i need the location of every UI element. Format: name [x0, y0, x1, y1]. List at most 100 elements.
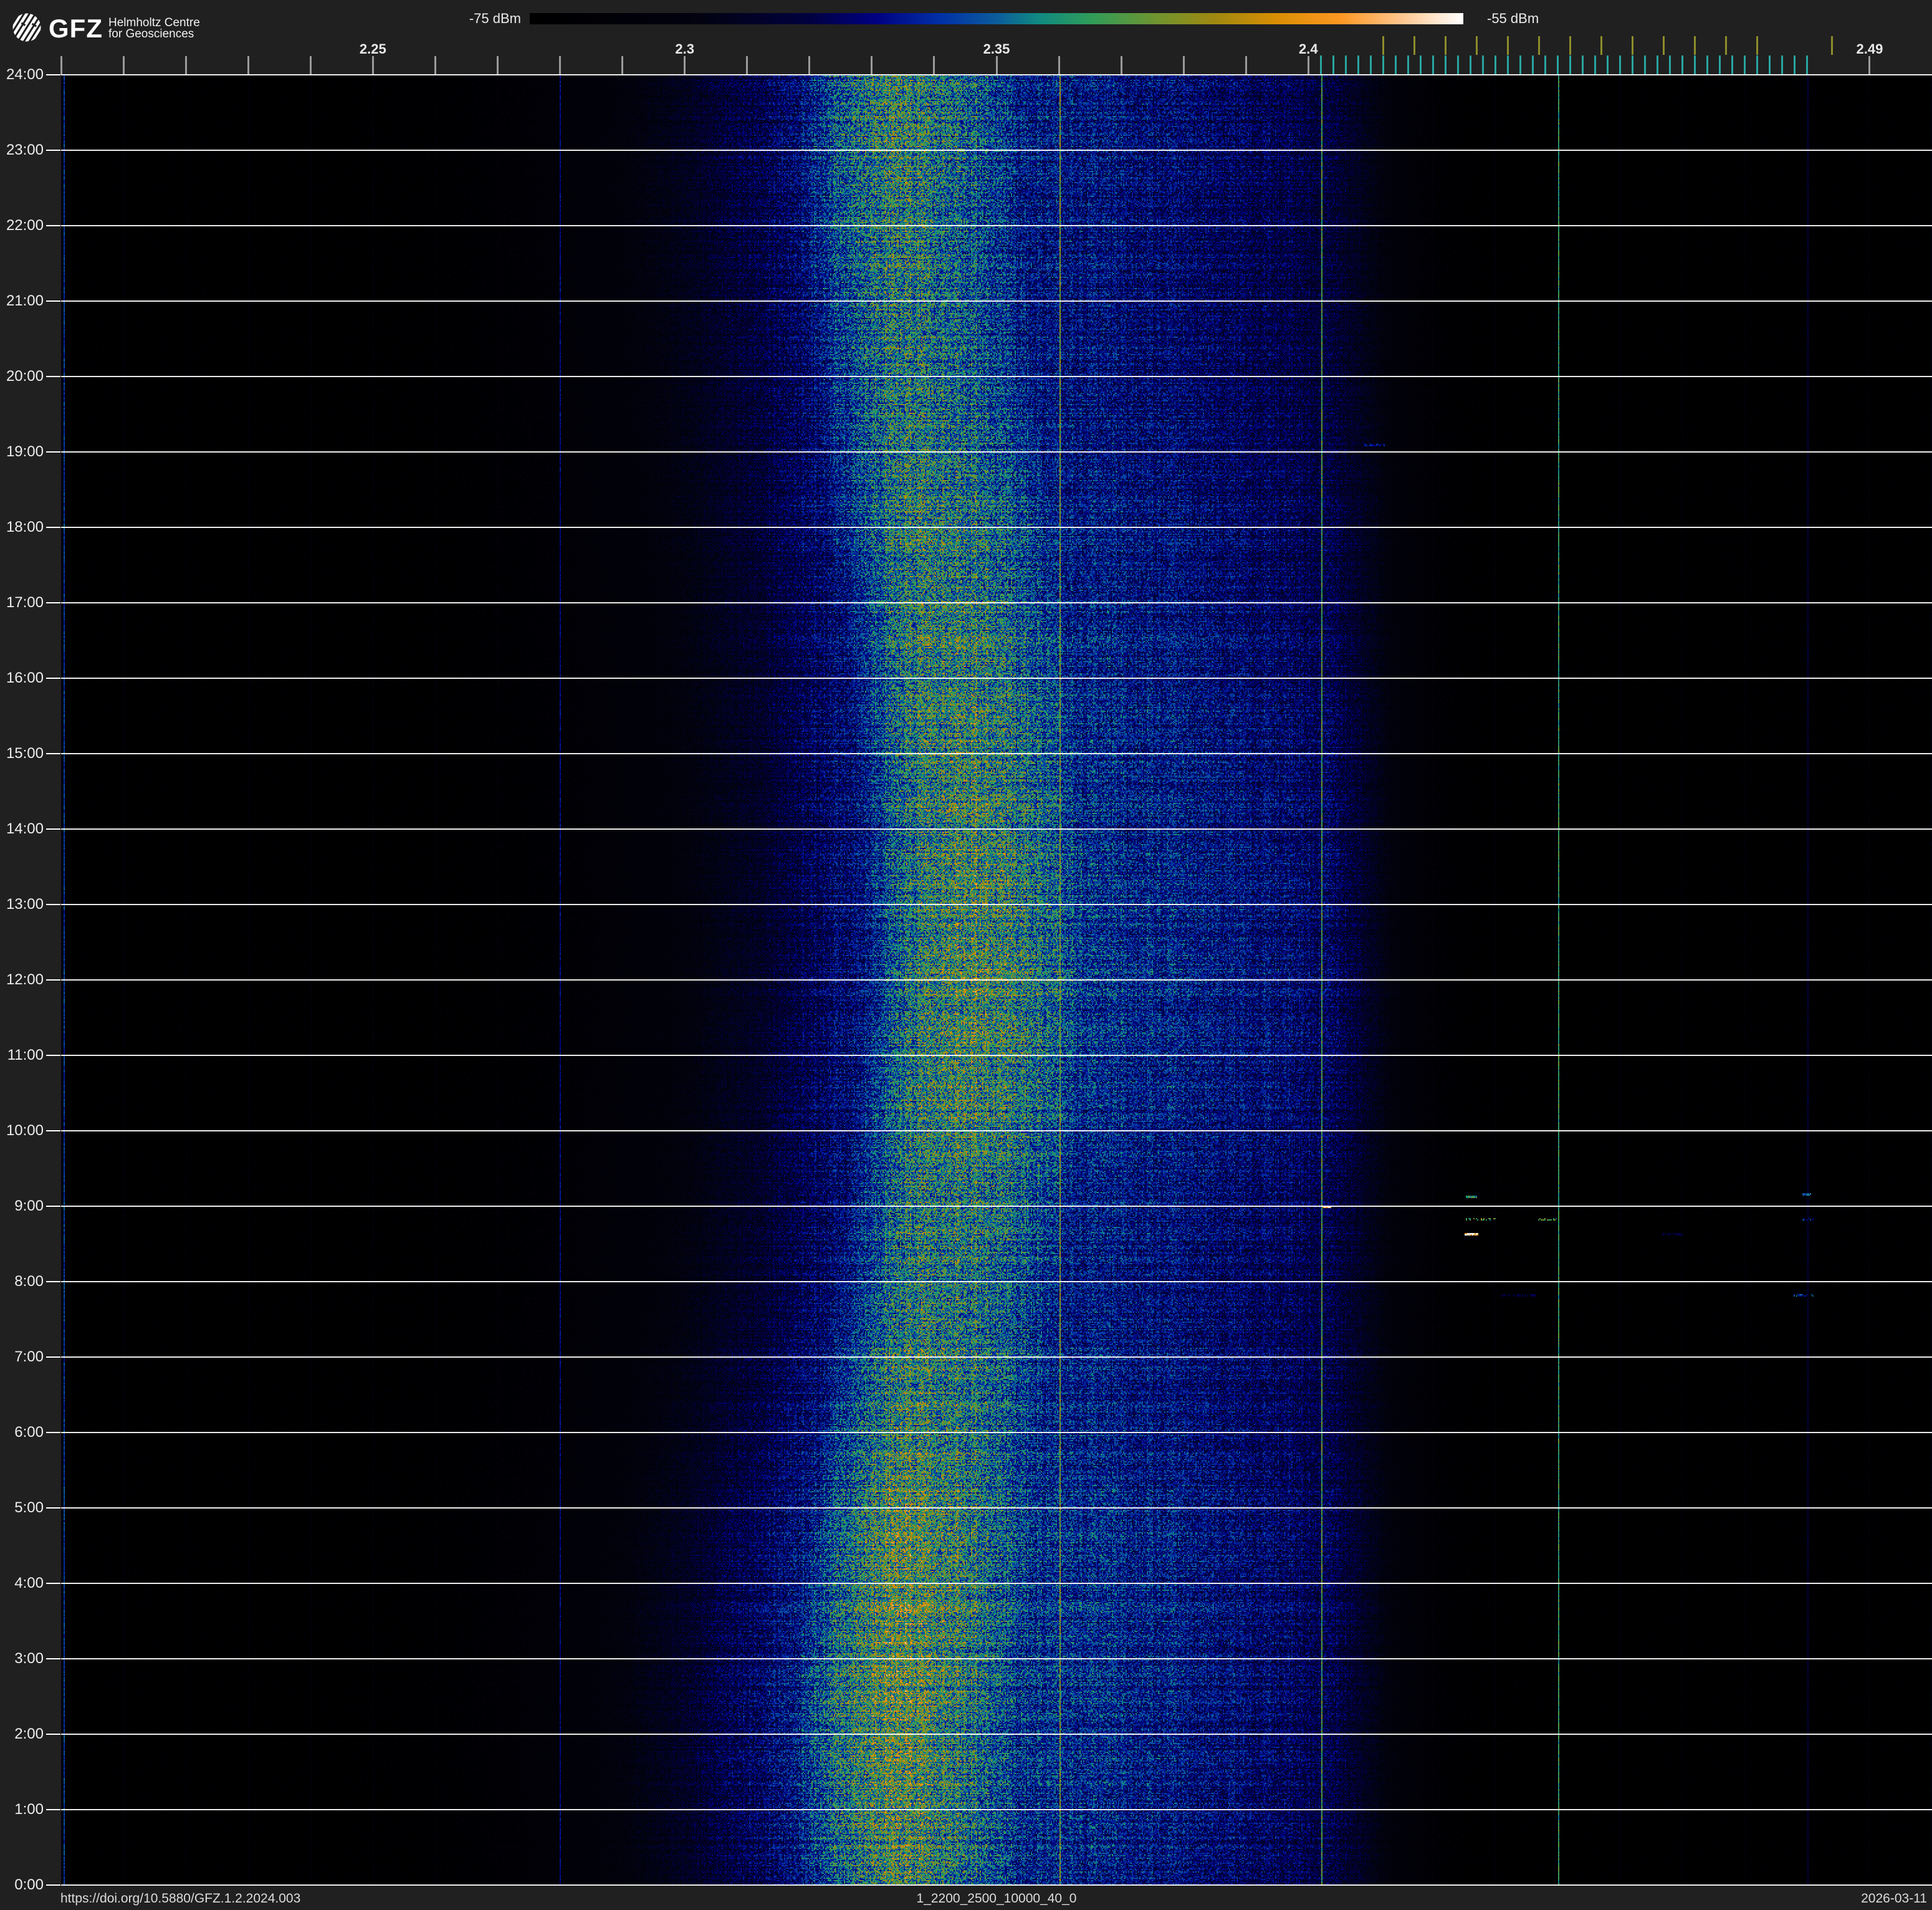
ble-channel-tick	[1744, 55, 1746, 75]
hour-label: 11:00	[0, 1047, 44, 1063]
freq-minor-tick	[808, 56, 810, 75]
freq-minor-tick	[1058, 56, 1060, 75]
freq-tick-label: 2.3	[659, 41, 711, 57]
hour-tick	[46, 1206, 60, 1207]
freq-tick-label: 2.4	[1282, 41, 1334, 57]
freq-tick-label: 2.49	[1844, 41, 1896, 57]
hour-gridline	[61, 150, 1932, 151]
ble-channel-tick	[1544, 55, 1546, 75]
freq-minor-tick	[559, 56, 561, 75]
wifi-channel-tick	[1694, 36, 1696, 55]
hour-tick	[46, 451, 60, 453]
hour-gridline	[61, 74, 1932, 75]
ble-channel-tick	[1594, 55, 1596, 75]
hour-label: 10:00	[0, 1123, 44, 1139]
ble-channel-tick	[1507, 55, 1509, 75]
hour-tick	[46, 1356, 60, 1358]
ble-channel-tick	[1632, 55, 1633, 75]
ble-channel-tick	[1731, 55, 1733, 75]
wifi-channel-tick	[1663, 36, 1665, 55]
ble-channel-tick	[1781, 55, 1783, 75]
hour-label: 8:00	[0, 1274, 44, 1290]
hour-tick	[46, 1583, 60, 1584]
hour-gridline	[61, 1356, 1932, 1358]
hour-tick	[46, 150, 60, 151]
ble-channel-tick	[1445, 55, 1447, 75]
hour-gridline	[61, 1734, 1932, 1735]
ble-channel-tick	[1345, 55, 1347, 75]
freq-minor-tick	[684, 56, 686, 75]
hour-gridline	[61, 225, 1932, 226]
hour-gridline	[61, 451, 1932, 453]
hour-tick	[46, 1884, 60, 1886]
brand-acronym: GFZ	[49, 14, 103, 44]
wifi-channel-tick	[1569, 36, 1571, 55]
wifi-channel-tick	[1538, 36, 1540, 55]
hour-tick	[46, 753, 60, 754]
freq-minor-tick	[1308, 56, 1309, 75]
wifi-channel-tick	[1413, 36, 1415, 55]
hour-gridline	[61, 602, 1932, 603]
ble-channel-tick	[1681, 55, 1683, 75]
hour-label: 0:00	[0, 1877, 44, 1893]
hour-gridline	[61, 1884, 1932, 1886]
gfz-logo-icon	[12, 13, 41, 42]
freq-minor-tick	[871, 56, 873, 75]
footer-date: 2026-03-11	[1683, 1891, 1927, 1906]
brand-name-line2: for Geosciences	[108, 27, 194, 41]
hour-tick	[46, 602, 60, 603]
hour-label: 7:00	[0, 1349, 44, 1365]
hour-tick	[46, 376, 60, 377]
freq-minor-tick	[185, 56, 187, 75]
freq-minor-tick	[310, 56, 312, 75]
hour-tick	[46, 979, 60, 981]
hour-gridline	[61, 1055, 1932, 1056]
hour-tick	[46, 74, 60, 75]
hour-gridline	[61, 1583, 1932, 1584]
hour-label: 21:00	[0, 293, 44, 309]
ble-channel-tick	[1320, 55, 1322, 75]
hour-label: 12:00	[0, 972, 44, 988]
hour-tick	[46, 1130, 60, 1131]
spectrogram-report: GFZ Helmholtz Centre for Geosciences -75…	[0, 0, 1932, 1910]
freq-minor-tick	[621, 56, 623, 75]
hour-tick	[46, 1809, 60, 1810]
hour-tick	[46, 527, 60, 528]
ble-channel-tick	[1407, 55, 1409, 75]
hour-gridline	[61, 1809, 1932, 1810]
ble-channel-tick	[1395, 55, 1397, 75]
hour-label: 3:00	[0, 1651, 44, 1667]
ble-channel-tick	[1357, 55, 1359, 75]
hour-label: 15:00	[0, 746, 44, 762]
wifi-channel-tick	[1632, 36, 1633, 55]
hour-label: 17:00	[0, 595, 44, 611]
ble-channel-tick	[1694, 55, 1696, 75]
freq-minor-tick	[1183, 56, 1185, 75]
freq-minor-tick	[497, 56, 499, 75]
wifi-channel-tick	[1600, 36, 1602, 55]
ble-channel-tick	[1582, 55, 1584, 75]
freq-minor-tick	[434, 56, 436, 75]
hour-tick	[46, 1432, 60, 1433]
hour-label: 1:00	[0, 1802, 44, 1818]
hour-gridline	[61, 376, 1932, 377]
hour-label: 5:00	[0, 1500, 44, 1516]
ble-channel-tick	[1769, 55, 1771, 75]
freq-tick-label: 2.35	[970, 41, 1023, 57]
ble-channel-tick	[1806, 55, 1808, 75]
hour-label: 22:00	[0, 218, 44, 234]
ble-channel-tick	[1432, 55, 1434, 75]
hour-gridline	[61, 904, 1932, 905]
hour-gridline	[61, 1130, 1932, 1131]
wifi-channel-tick	[1445, 36, 1447, 55]
freq-minor-tick	[372, 56, 374, 75]
hour-tick	[46, 225, 60, 226]
footer-dataset-name: 1_2200_2500_10000_40_0	[61, 1891, 1932, 1906]
freq-minor-tick	[123, 56, 125, 75]
hour-gridline	[61, 1432, 1932, 1433]
ble-channel-tick	[1470, 55, 1471, 75]
hour-label: 20:00	[0, 368, 44, 385]
freq-minor-tick	[60, 56, 62, 75]
hour-tick	[46, 1658, 60, 1659]
wifi-channel-tick	[1756, 36, 1758, 55]
